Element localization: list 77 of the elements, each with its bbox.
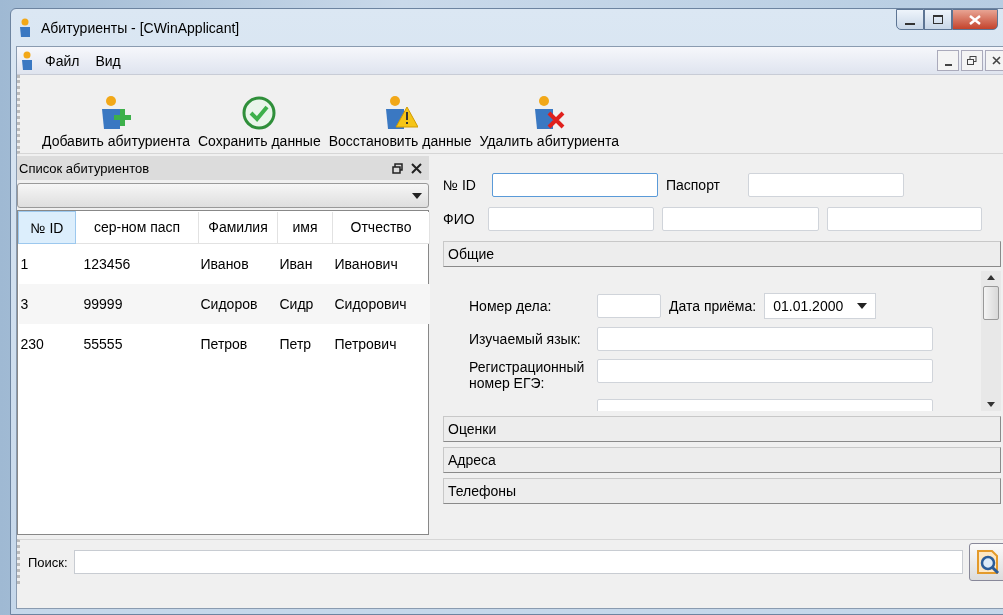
toolbar-button[interactable]: Добавить абитуриента — [38, 95, 194, 149]
scroll-up-icon[interactable] — [987, 275, 995, 280]
field-label: Дата приёма: — [669, 298, 757, 314]
field-label: Паспорт — [665, 177, 722, 193]
scroll-down-icon[interactable] — [987, 402, 995, 407]
section-header[interactable]: Оценки — [443, 416, 1001, 442]
table-cell: Сидр — [279, 296, 314, 312]
menu-item[interactable]: Файл — [37, 50, 88, 71]
section-header[interactable]: Адреса — [443, 447, 1001, 473]
field-label: ФИО — [443, 211, 476, 227]
name-field[interactable] — [662, 207, 819, 231]
panel-title: Список абитуриентов — [19, 160, 151, 176]
case-number-field[interactable] — [597, 294, 661, 318]
column-header[interactable]: имя — [277, 211, 333, 244]
close-button[interactable] — [985, 50, 1003, 71]
field-label: Номер дела: — [469, 298, 553, 314]
menu-item[interactable]: Вид — [87, 50, 129, 71]
restore-icon — [967, 55, 977, 66]
restore-button[interactable] — [961, 50, 983, 71]
app-icon — [19, 17, 31, 38]
minimize-button[interactable] — [937, 50, 959, 71]
window-title: Абитуриенты - [CWinApplicant] — [41, 19, 241, 36]
scrollbar[interactable] — [981, 271, 1001, 411]
table-cell: 3 — [20, 296, 29, 312]
filter-dropdown[interactable] — [17, 183, 429, 208]
close-icon — [991, 56, 1001, 65]
minimize-icon — [905, 22, 915, 25]
table-cell: 55555 — [83, 336, 123, 352]
caret-icon — [857, 303, 868, 309]
table-cell: Сидорович — [334, 296, 407, 312]
table-cell: Петров — [200, 336, 248, 352]
date-value: 01.01.2000 — [773, 298, 844, 314]
language-field[interactable] — [597, 327, 933, 351]
column-header[interactable]: № ID — [18, 211, 76, 244]
table-cell: 230 — [20, 336, 44, 352]
section-header[interactable]: Телефоны — [443, 478, 1001, 504]
column-header[interactable]: Отчество — [332, 211, 430, 244]
minimize-icon — [944, 63, 952, 66]
minimize-button[interactable] — [896, 9, 924, 30]
search-label: Поиск: — [28, 554, 68, 570]
table-cell: Петрович — [334, 336, 397, 352]
date-picker[interactable]: 01.01.2000 — [764, 293, 877, 319]
field-label: № ID — [443, 177, 476, 193]
table-cell: Петр — [279, 336, 312, 352]
patronymic-field[interactable] — [827, 207, 982, 231]
toolbar-button[interactable]: Восстановить данные — [324, 95, 476, 149]
search-field[interactable] — [73, 550, 963, 574]
toolbar-button[interactable]: Сохранить данные — [193, 95, 325, 149]
table-cell: Сидоров — [200, 296, 258, 312]
table-cell: 1 — [20, 256, 29, 272]
field-label: Регистрационный номер ЕГЭ: — [469, 359, 586, 391]
search-button[interactable] — [969, 543, 1003, 581]
caret-icon — [412, 192, 422, 199]
float-icon[interactable] — [392, 162, 403, 174]
close-icon — [969, 14, 981, 25]
maximize-button[interactable] — [924, 9, 952, 30]
table-cell: Иван — [279, 256, 313, 272]
id-field[interactable] — [491, 173, 658, 197]
scroll-thumb[interactable] — [983, 286, 999, 320]
passport-field[interactable] — [747, 173, 904, 197]
column-header[interactable]: Фамилия — [198, 211, 278, 244]
section-header[interactable]: Общие — [443, 241, 1001, 267]
search-icon — [974, 548, 1002, 576]
close-button[interactable] — [952, 9, 998, 30]
check-circle-icon — [241, 95, 278, 131]
surname-field[interactable] — [488, 207, 654, 231]
ege-number-field[interactable] — [597, 359, 933, 383]
field-label: Изучаемый язык: — [469, 331, 582, 347]
table-cell: Иванов — [200, 256, 249, 272]
table-cell: Иванович — [334, 256, 398, 272]
table-cell: 123456 — [83, 256, 131, 272]
toolbar-button[interactable]: Удалить абитуриента — [475, 95, 624, 149]
maximize-icon — [933, 15, 943, 24]
table-cell: 99999 — [83, 296, 123, 312]
close-icon[interactable] — [411, 162, 423, 174]
column-header[interactable]: сер-ном пасп — [75, 211, 199, 244]
app-icon — [21, 50, 33, 71]
